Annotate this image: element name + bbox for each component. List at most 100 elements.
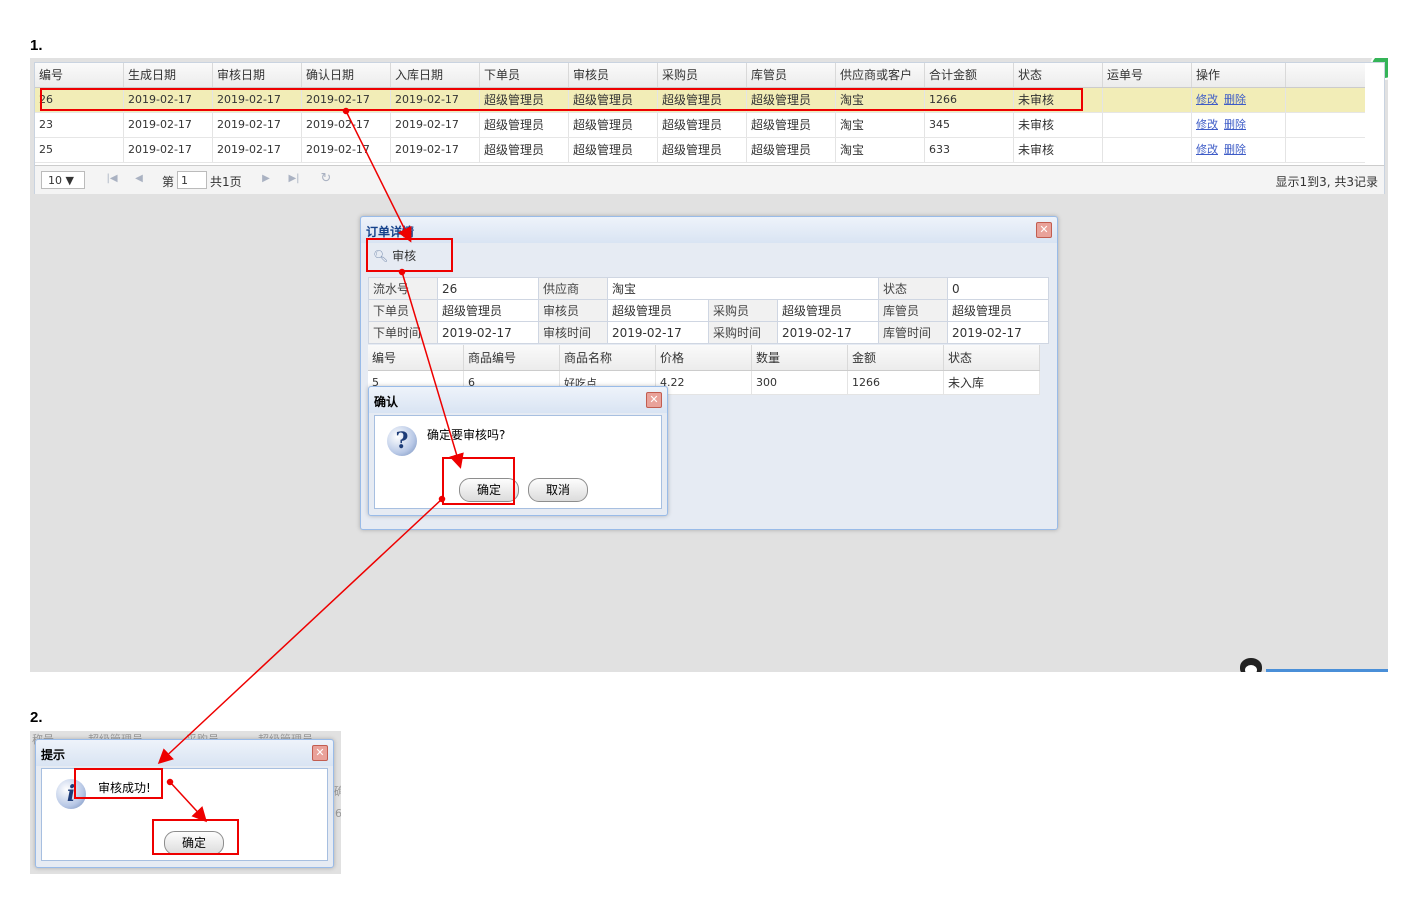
column-header[interactable]: 审核员: [569, 63, 658, 87]
column-header[interactable]: 供应商或客户: [836, 63, 925, 87]
close-icon[interactable]: ✕: [1036, 222, 1052, 238]
table-cell: 2019-02-17: [302, 138, 391, 162]
table-cell: 23: [35, 113, 124, 137]
info-label: 下单时间: [368, 321, 438, 344]
page-prefix-label: 第: [162, 175, 175, 189]
page-size-select[interactable]: 10 ▼: [41, 171, 85, 189]
page-number-input[interactable]: 1: [177, 171, 207, 189]
column-header[interactable]: 下单员: [480, 63, 569, 87]
info-value: 超级管理员: [437, 299, 539, 322]
background-text: 确: [334, 785, 341, 798]
info-label: 状态: [878, 277, 948, 300]
dialog-titlebar[interactable]: 确认 ✕: [369, 387, 667, 413]
table-cell: 超级管理员: [658, 113, 747, 137]
confirm-message: 确定要审核吗?: [427, 428, 506, 442]
table-cell: 超级管理员: [569, 113, 658, 137]
info-value: 超级管理员: [947, 299, 1049, 322]
info-label: 采购时间: [708, 321, 778, 344]
info-label: 下单员: [368, 299, 438, 322]
edit-link[interactable]: 修改: [1196, 118, 1218, 131]
prev-page-icon[interactable]: ◀: [132, 172, 146, 186]
info-label: 库管时间: [878, 321, 948, 344]
table-cell: 淘宝: [836, 138, 925, 162]
info-value: 淘宝: [607, 277, 879, 300]
column-header[interactable]: 数量: [751, 345, 848, 371]
table-cell: 超级管理员: [480, 138, 569, 162]
column-header[interactable]: 确认日期: [302, 63, 391, 87]
table-cell: 4.22: [655, 370, 752, 395]
dialog-titlebar[interactable]: 订单详情 ✕: [361, 217, 1057, 243]
delete-link[interactable]: 删除: [1224, 143, 1246, 156]
column-header[interactable]: 价格: [655, 345, 752, 371]
table-row[interactable]: 23 2019-02-17 2019-02-17 2019-02-17 2019-02-…: [35, 113, 1365, 138]
chat-bar[interactable]: [1266, 669, 1388, 672]
step-1-label: 1.: [30, 37, 43, 54]
highlight-box-row: [40, 88, 1083, 111]
column-header[interactable]: 审核日期: [213, 63, 302, 87]
table-cell: 2019-02-17: [213, 113, 302, 137]
table-cell: 2019-02-17: [213, 138, 302, 162]
table-cell: 1266: [847, 370, 944, 395]
close-icon[interactable]: ✕: [312, 745, 328, 761]
column-header[interactable]: 操作: [1192, 63, 1286, 87]
column-header[interactable]: 生成日期: [124, 63, 213, 87]
next-page-icon[interactable]: ▶: [259, 172, 273, 186]
info-value: 超级管理员: [777, 299, 879, 322]
info-label: 供应商: [538, 277, 608, 300]
column-header[interactable]: 金额: [847, 345, 944, 371]
column-header[interactable]: 库管员: [747, 63, 836, 87]
table-cell: 超级管理员: [747, 113, 836, 137]
column-header[interactable]: 编号: [35, 63, 124, 87]
items-header: 编号 商品编号 商品名称 价格 数量 金额 状态: [368, 345, 1040, 371]
column-header[interactable]: 入库日期: [391, 63, 480, 87]
column-header[interactable]: 状态: [943, 345, 1040, 371]
info-value: 2019-02-17: [607, 321, 709, 344]
table-cell: 2019-02-17: [124, 138, 213, 162]
info-label: 流水号: [368, 277, 438, 300]
table-cell: 淘宝: [836, 113, 925, 137]
table-cell: 2019-02-17: [391, 138, 480, 162]
column-header[interactable]: 商品名称: [559, 345, 656, 371]
column-header[interactable]: 商品编号: [463, 345, 560, 371]
close-icon[interactable]: ✕: [646, 392, 662, 408]
page-total-label: 共1页: [210, 175, 242, 189]
table-cell: 633: [925, 138, 1014, 162]
delete-link[interactable]: 删除: [1224, 93, 1246, 106]
question-icon: ?: [387, 426, 417, 456]
edit-link[interactable]: 修改: [1196, 93, 1218, 106]
table-cell: [1103, 138, 1192, 162]
cancel-button[interactable]: 取消: [528, 478, 588, 502]
info-label: 库管员: [878, 299, 948, 322]
table-cell: 未审核: [1014, 138, 1103, 162]
table-cell: 2019-02-17: [124, 113, 213, 137]
first-page-icon[interactable]: |◀: [105, 172, 119, 186]
table-cell: 未入库: [943, 370, 1040, 395]
column-header[interactable]: 合计金额: [925, 63, 1014, 87]
edit-link[interactable]: 修改: [1196, 143, 1218, 156]
refresh-icon[interactable]: ↻: [319, 172, 333, 186]
column-header[interactable]: 状态: [1014, 63, 1103, 87]
dialog-titlebar[interactable]: 提示 ✕: [36, 740, 333, 766]
info-label: 采购员: [708, 299, 778, 322]
qq-penguin-icon[interactable]: [1236, 656, 1266, 672]
column-header[interactable]: 采购员: [658, 63, 747, 87]
grid-header: 编号 生成日期 审核日期 确认日期 入库日期 下单员 审核员 采购员 库管员 供应商或客户 合计金额…: [35, 63, 1365, 88]
column-header[interactable]: 编号: [368, 345, 464, 371]
table-row[interactable]: 25 2019-02-17 2019-02-17 2019-02-17 2019-02-…: [35, 138, 1365, 163]
highlight-box-tip-ok: [152, 819, 239, 855]
info-value: 2019-02-17: [437, 321, 539, 344]
confirm-dialog: 确认 ✕ ? 确定要审核吗? 确定 取消: [368, 386, 668, 516]
table-cell: 25: [35, 138, 124, 162]
delete-link[interactable]: 删除: [1224, 118, 1246, 131]
info-label: 审核员: [538, 299, 608, 322]
column-header[interactable]: 运单号: [1103, 63, 1192, 87]
screenshot-panel-1: 编号 生成日期 审核日期 确认日期 入库日期 下单员 审核员 采购员 库管员 供应商或客户 合计金额…: [30, 58, 1388, 672]
dialog-body: ? 确定要审核吗? 确定 取消: [374, 415, 662, 509]
table-cell: 超级管理员: [480, 113, 569, 137]
highlight-box-audit: [366, 238, 453, 272]
table-cell: 2019-02-17: [391, 113, 480, 137]
highlight-box-success: [74, 768, 163, 799]
row-actions: 修改 删除: [1192, 88, 1286, 112]
last-page-icon[interactable]: ▶|: [287, 172, 301, 186]
step-2-label: 2.: [30, 709, 43, 726]
